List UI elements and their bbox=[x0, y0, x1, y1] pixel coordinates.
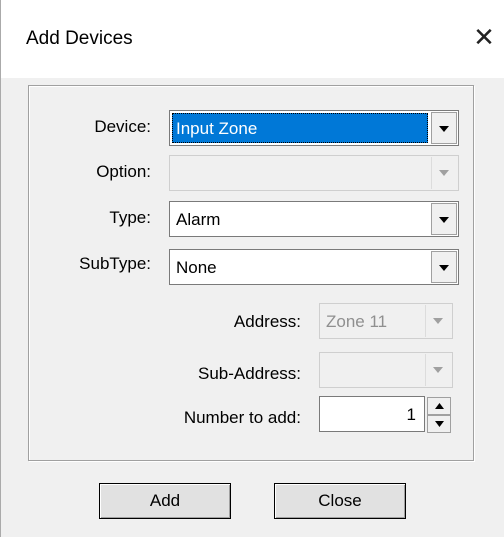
device-value: Input Zone bbox=[176, 119, 258, 138]
arrow-up-icon bbox=[435, 403, 444, 409]
type-dropdown-button[interactable] bbox=[431, 203, 457, 235]
add-button[interactable]: Add bbox=[99, 483, 231, 519]
subtype-value: None bbox=[176, 258, 217, 277]
address-label: Address: bbox=[233, 312, 301, 331]
device-dropdown-button[interactable] bbox=[431, 112, 457, 144]
chevron-down-icon bbox=[439, 217, 449, 223]
chevron-down-icon bbox=[439, 126, 449, 132]
type-value: Alarm bbox=[176, 210, 221, 229]
title-bar: Add Devices ✕ bbox=[1, 0, 504, 78]
number-to-add-value: 1 bbox=[406, 405, 416, 424]
spin-up-button[interactable] bbox=[427, 397, 451, 415]
close-icon[interactable]: ✕ bbox=[471, 22, 497, 52]
arrow-down-icon bbox=[435, 421, 444, 427]
number-to-add-label: Number to add: bbox=[183, 408, 301, 427]
option-label: Option: bbox=[96, 162, 151, 181]
chevron-down-icon bbox=[439, 265, 449, 271]
add-devices-dialog: Add Devices ✕ Device: Input Zone Option:… bbox=[0, 0, 504, 537]
option-dropdown-button[interactable] bbox=[431, 157, 457, 189]
address-value: Zone 11 bbox=[326, 312, 388, 331]
type-label: Type: bbox=[109, 208, 151, 227]
sub-address-select[interactable] bbox=[319, 352, 453, 388]
sub-address-label: Sub-Address: bbox=[198, 364, 301, 383]
chevron-down-icon bbox=[433, 318, 443, 324]
address-select[interactable]: Zone 11 bbox=[319, 303, 453, 339]
address-dropdown-button[interactable] bbox=[425, 305, 451, 337]
chevron-down-icon bbox=[433, 367, 443, 373]
subtype-select[interactable]: None bbox=[169, 249, 459, 285]
device-select[interactable]: Input Zone bbox=[169, 110, 459, 146]
number-to-add-input[interactable]: 1 bbox=[319, 396, 425, 432]
subtype-dropdown-button[interactable] bbox=[431, 251, 457, 283]
spin-down-button[interactable] bbox=[427, 415, 451, 433]
window-title: Add Devices bbox=[26, 28, 133, 49]
chevron-down-icon bbox=[439, 170, 449, 176]
type-select[interactable]: Alarm bbox=[169, 201, 459, 237]
device-label: Device: bbox=[94, 117, 151, 136]
sub-address-dropdown-button[interactable] bbox=[425, 354, 451, 386]
option-select[interactable] bbox=[169, 155, 459, 191]
subtype-label: SubType: bbox=[79, 254, 151, 273]
close-button[interactable]: Close bbox=[274, 483, 406, 519]
